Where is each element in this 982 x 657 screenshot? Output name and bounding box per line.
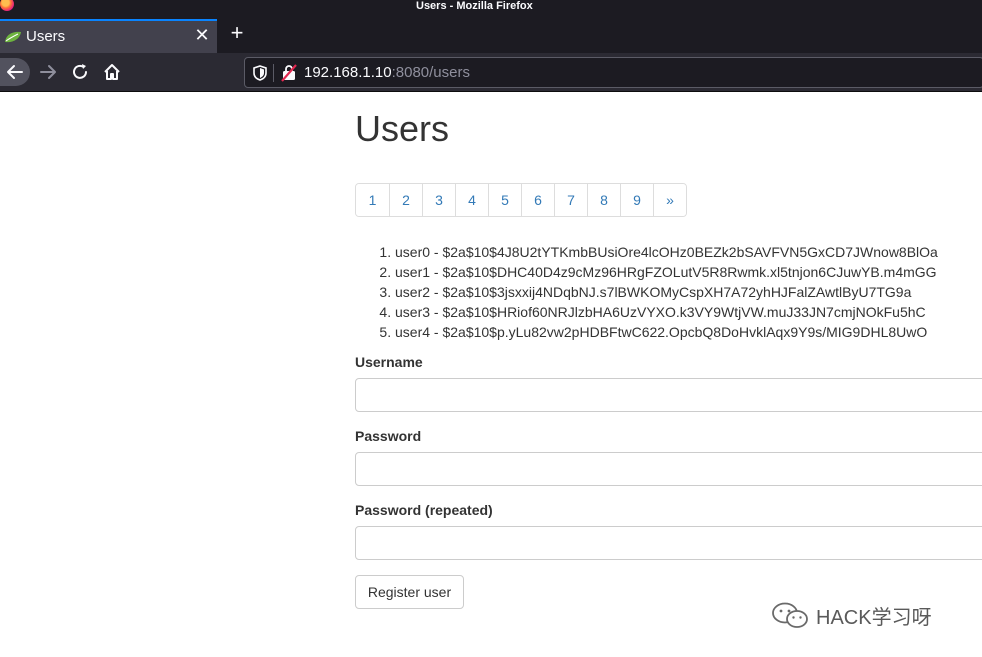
username-label: Username xyxy=(355,354,423,370)
url-host: 192.168.1.10 xyxy=(304,64,392,81)
navigation-toolbar: 192.168.1.10:8080/users xyxy=(0,53,982,92)
page-link-6[interactable]: 6 xyxy=(521,184,554,216)
url-text[interactable]: 192.168.1.10:8080/users xyxy=(304,63,470,83)
tab-label: Users xyxy=(26,28,66,45)
arrow-left-icon xyxy=(7,65,23,79)
list-item: user3 - $2a$10$HRiof60NRJlzbHA6UzVYXO.k3… xyxy=(395,302,938,322)
page-link-next[interactable]: » xyxy=(653,184,686,216)
page-link-2[interactable]: 2 xyxy=(389,184,422,216)
home-icon xyxy=(104,64,120,80)
password-repeat-input[interactable] xyxy=(355,526,982,560)
back-button[interactable] xyxy=(0,58,30,86)
list-item: user4 - $2a$10$p.yLu82vw2pHDBFtwC622.Opc… xyxy=(395,322,938,342)
home-button[interactable] xyxy=(98,58,126,86)
tab-bar: Users ✕ + xyxy=(0,14,982,53)
new-tab-button[interactable]: + xyxy=(226,22,248,44)
list-item: user0 - $2a$10$4J8U2tYTKmbBUsiOre4lcOHz0… xyxy=(395,242,938,262)
page-link-8[interactable]: 8 xyxy=(587,184,620,216)
tracking-shield-icon[interactable] xyxy=(253,65,267,81)
insecure-lock-icon[interactable] xyxy=(281,64,297,82)
register-user-button[interactable]: Register user xyxy=(355,575,464,609)
url-separator xyxy=(273,64,274,82)
reload-button[interactable] xyxy=(66,58,94,86)
page-link-4[interactable]: 4 xyxy=(455,184,488,216)
password-repeat-label: Password (repeated) xyxy=(355,502,493,518)
user-list: user0 - $2a$10$4J8U2tYTKmbBUsiOre4lcOHz0… xyxy=(380,242,938,342)
page-link-5[interactable]: 5 xyxy=(488,184,521,216)
page-link-3[interactable]: 3 xyxy=(422,184,455,216)
pagination: 1 2 3 4 5 6 7 8 9 » xyxy=(355,183,687,217)
close-tab-icon[interactable]: ✕ xyxy=(193,26,211,44)
url-path: :8080/users xyxy=(391,64,470,81)
page-title: Users xyxy=(355,108,450,149)
username-input[interactable] xyxy=(355,378,982,412)
wechat-icon xyxy=(772,602,808,628)
url-bar[interactable]: 192.168.1.10:8080/users xyxy=(244,57,982,88)
window-title: Users - Mozilla Firefox xyxy=(416,0,533,12)
spring-leaf-icon xyxy=(5,31,21,43)
watermark: HACK学习呀 xyxy=(770,600,932,630)
page-link-1[interactable]: 1 xyxy=(356,184,389,216)
reload-icon xyxy=(73,64,87,79)
password-label: Password xyxy=(355,428,422,444)
watermark-text: HACK学习呀 xyxy=(816,606,932,629)
password-input[interactable] xyxy=(355,452,982,486)
window-titlebar: Users - Mozilla Firefox xyxy=(0,0,982,14)
list-item: user1 - $2a$10$DHC40D4z9cMz96HRgFZOLutV5… xyxy=(395,262,938,282)
forward-button[interactable] xyxy=(34,58,62,86)
page-link-9[interactable]: 9 xyxy=(620,184,653,216)
arrow-right-icon xyxy=(40,65,56,79)
page-link-7[interactable]: 7 xyxy=(554,184,587,216)
tab-users[interactable]: Users ✕ xyxy=(0,19,217,53)
list-item: user2 - $2a$10$3jsxxij4NDqbNJ.s7lBWKOMyC… xyxy=(395,282,938,302)
